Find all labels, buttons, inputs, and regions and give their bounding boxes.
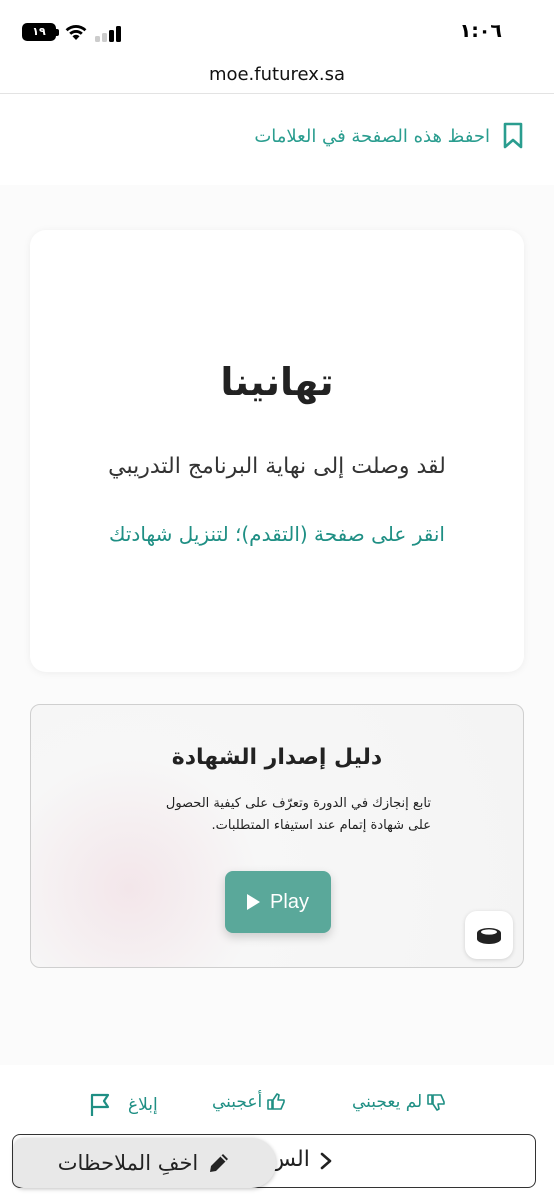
dislike-button[interactable]: لم يعجبني (352, 1092, 446, 1112)
congrats-card: تهانينا لقد وصلت إلى نهاية البرنامج التد… (30, 230, 524, 672)
wifi-icon (65, 25, 87, 40)
video-description: تابع إنجازك في الدورة وتعرّف على كيفية ا… (91, 793, 431, 837)
status-bar: ١٩ ١:٠٦ (0, 0, 554, 58)
play-icon (247, 894, 261, 910)
cellular-signal-icon (95, 24, 123, 42)
video-player[interactable]: دليل إصدار الشهادة تابع إنجازك في الدورة… (30, 704, 524, 968)
progress-page-link[interactable]: انقر على صفحة (التقدم)؛ لتنزيل شهادتك (30, 522, 524, 546)
play-label: Play (270, 890, 309, 913)
browser-url-bar[interactable]: moe.futurex.sa (0, 58, 554, 94)
mute-icon (477, 928, 501, 944)
pencil-icon (210, 1154, 229, 1172)
video-title: دليل إصدار الشهادة (171, 745, 383, 770)
report-button[interactable]: إبلاغ (88, 1092, 158, 1118)
battery-level: ١٩ (32, 25, 46, 38)
hide-notes-button[interactable]: اخفِ الملاحظات (14, 1138, 276, 1188)
url-text[interactable]: moe.futurex.sa (209, 64, 345, 85)
dislike-label: لم يعجبني (352, 1092, 423, 1112)
status-time: ١:٠٦ (459, 20, 502, 42)
thumbs-up-icon (267, 1093, 286, 1110)
video-description-line: على شهادة إتمام عند استيفاء المتطلبات. (211, 818, 432, 833)
report-label: إبلاغ (128, 1095, 158, 1115)
hide-notes-label: اخفِ الملاحظات (57, 1151, 199, 1175)
like-label: أعجبني (212, 1092, 263, 1112)
flag-icon (90, 1093, 110, 1116)
like-button[interactable]: أعجبني (212, 1092, 286, 1112)
video-description-line: تابع إنجازك في الدورة وتعرّف على كيفية ا… (165, 796, 431, 811)
bookmark-page-button[interactable]: احفظ هذه الصفحة في العلامات (254, 118, 524, 154)
mute-button[interactable] (465, 911, 513, 959)
thumbs-down-icon (427, 1094, 446, 1111)
battery-icon: ١٩ (22, 23, 59, 41)
feedback-row: لم يعجبني أعجبني إبلاغ (0, 1092, 554, 1122)
congrats-subtitle: لقد وصلت إلى نهاية البرنامج التدريبي (108, 454, 446, 479)
play-button[interactable]: Play (225, 871, 331, 933)
chevron-left-icon[interactable] (315, 1149, 337, 1173)
congrats-title: تهانينا (220, 360, 334, 404)
bookmark-icon (503, 122, 523, 149)
bookmark-label[interactable]: احفظ هذه الصفحة في العلامات (254, 126, 490, 147)
